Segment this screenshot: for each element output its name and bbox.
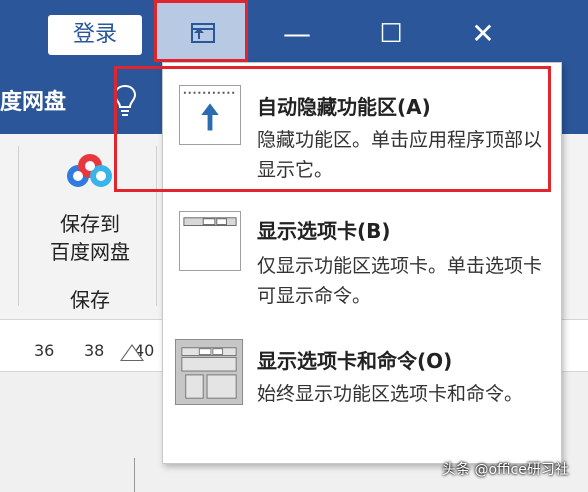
menu-item-show-tabs-and-commands[interactable]: 显示选项卡和命令(O) 始终显示功能区选项卡和命令。 — [163, 333, 561, 457]
close-button[interactable]: ✕ — [442, 0, 524, 68]
baidu-cloud-icon[interactable] — [64, 152, 114, 192]
save-to-baidu-button[interactable]: 保存到 百度网盘 — [38, 210, 142, 266]
save-to-label-line1: 保存到 — [60, 212, 120, 236]
minimize-button[interactable]: — — [256, 0, 338, 68]
menu-item-show-tabs[interactable]: 显示选项卡(B) 仅显示功能区选项卡。单击选项卡可显示命令。 — [163, 203, 561, 323]
ribbon-group-label: 保存 — [70, 288, 110, 312]
ruler-tick: 38 — [84, 341, 105, 360]
highlight-annotation-box — [114, 66, 551, 192]
ribbon-display-icon — [191, 23, 215, 43]
maximize-button[interactable]: ☐ — [350, 0, 432, 68]
show-tabs-and-commands-icon — [175, 339, 243, 405]
watermark: 头条 @office研习社 — [442, 462, 569, 478]
save-to-label-line2: 百度网盘 — [50, 240, 130, 264]
tab-baidu-netdisk[interactable]: 度网盘 — [0, 84, 66, 116]
ribbon-divider — [18, 146, 19, 306]
menu-item-description: 始终显示功能区选项卡和命令。 — [257, 383, 524, 405]
ribbon-display-options-button[interactable] — [154, 0, 248, 62]
menu-item-title: 显示选项卡和命令(O) — [257, 349, 453, 373]
menu-item-title: 显示选项卡(B) — [257, 219, 391, 243]
ruler-indent-marker[interactable] — [122, 346, 142, 360]
menu-item-description: 仅显示功能区选项卡。单击选项卡可显示命令。 — [257, 255, 543, 307]
show-tabs-icon — [179, 211, 241, 271]
document-margin-line — [134, 458, 135, 492]
ruler-tick: 36 — [34, 341, 55, 360]
login-button[interactable]: 登录 — [48, 15, 142, 55]
